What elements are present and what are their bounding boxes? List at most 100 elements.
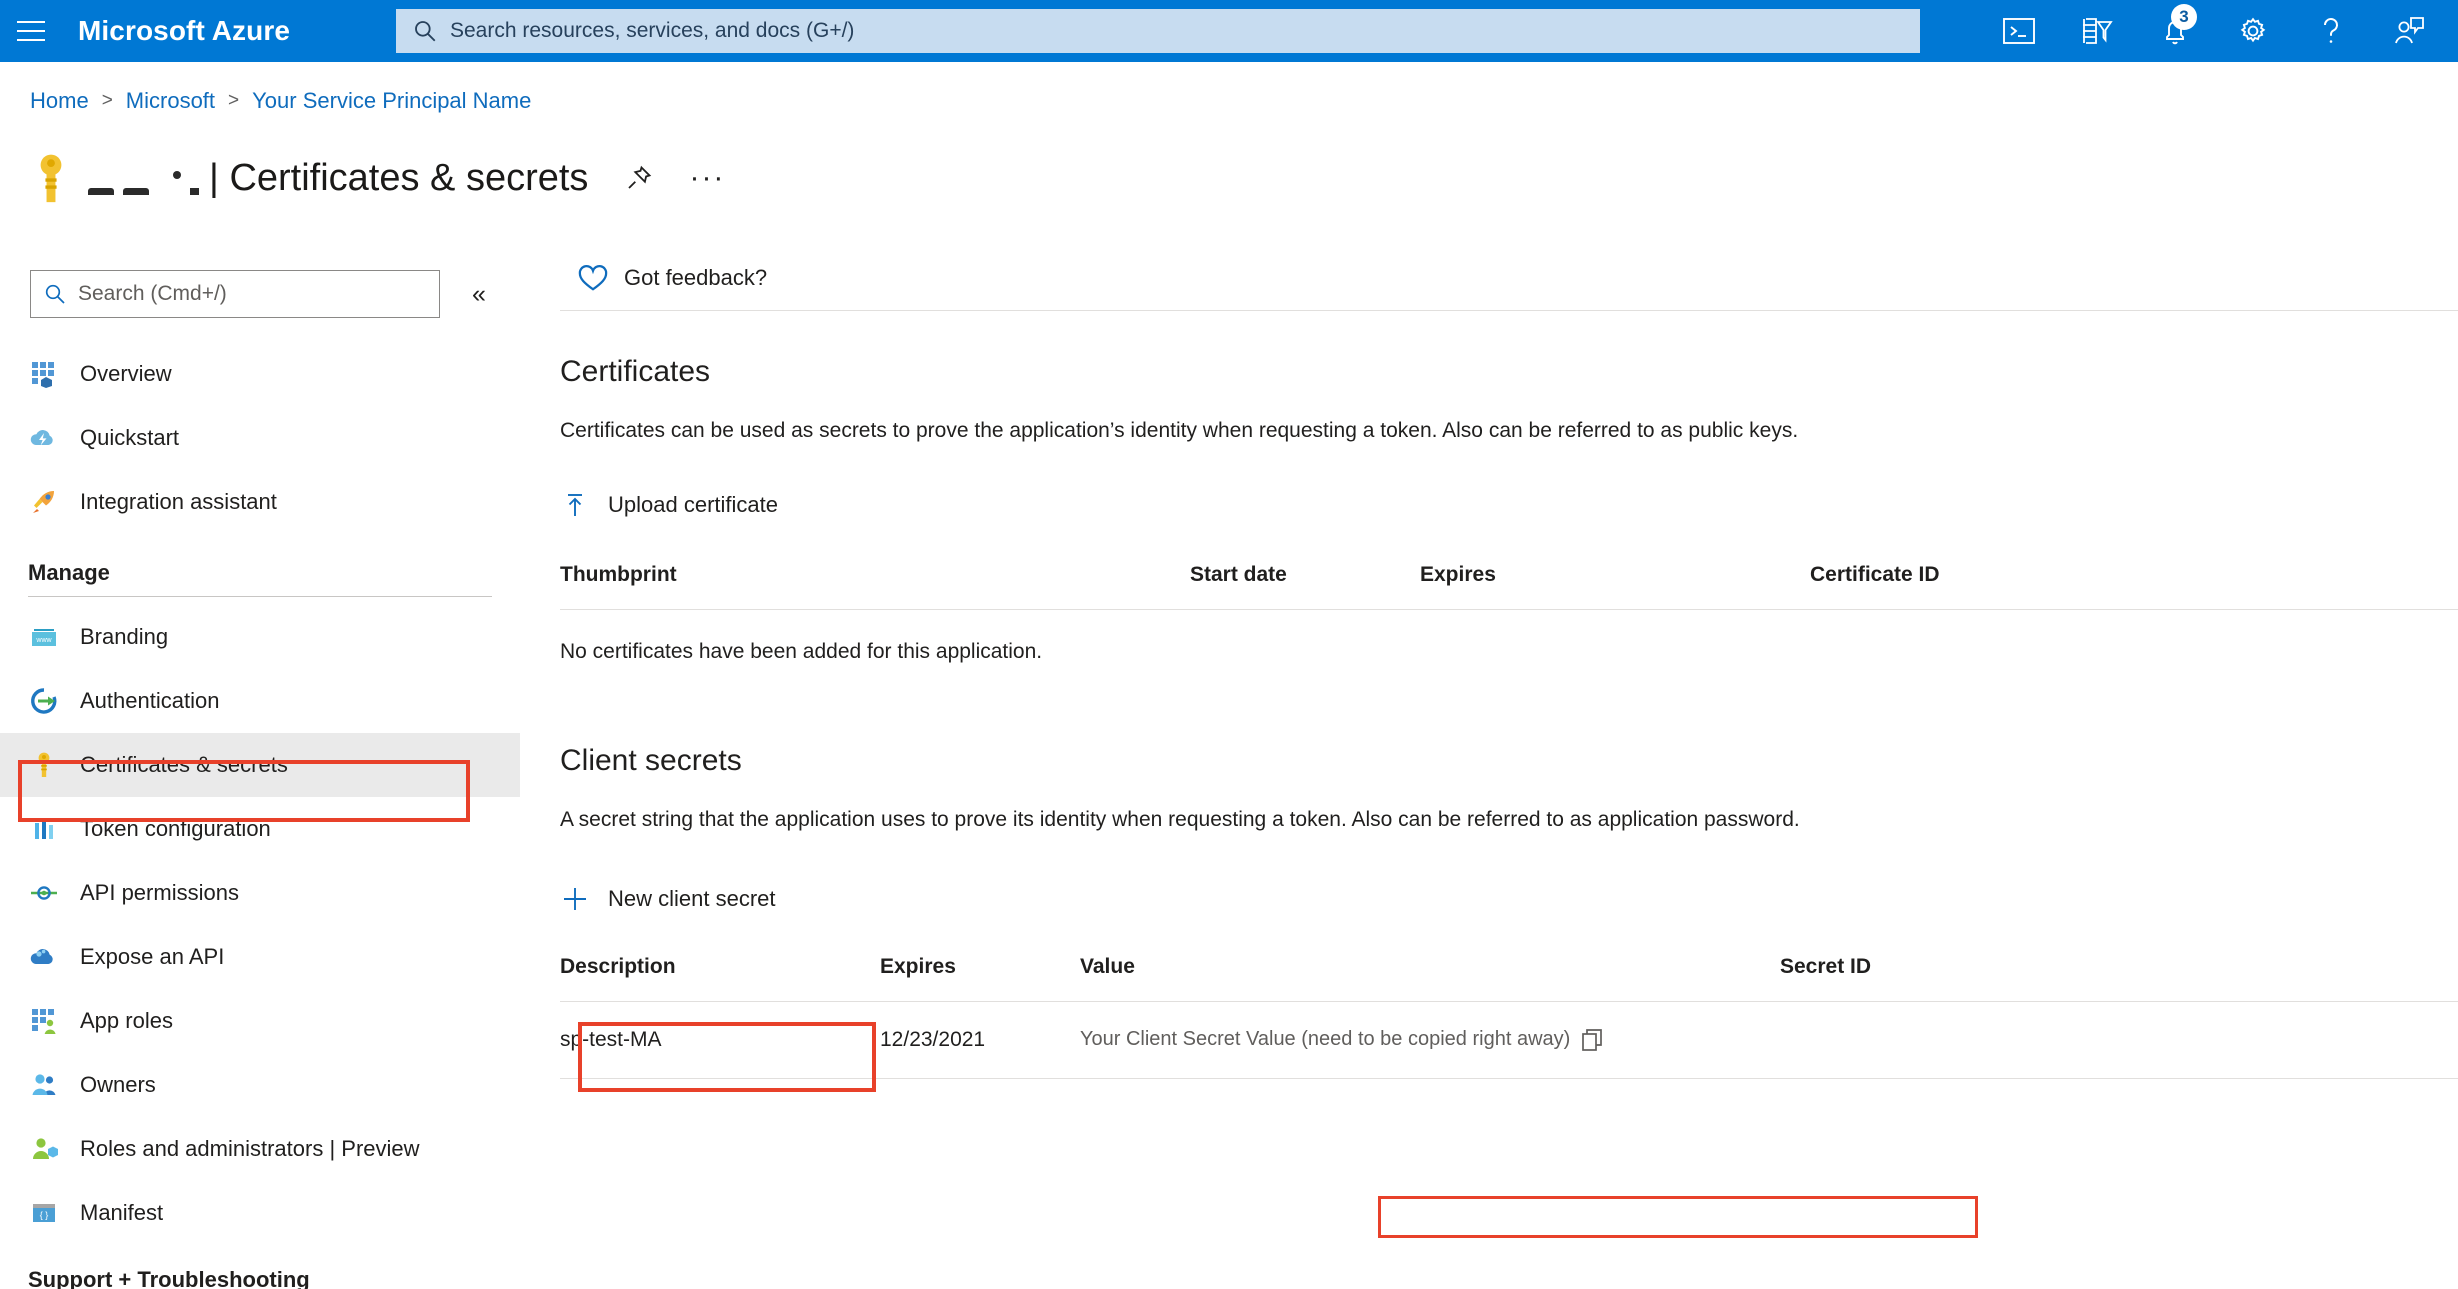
annotation-box-secret-value	[1378, 1196, 1978, 1238]
column-thumbprint[interactable]: Thumbprint	[560, 553, 1190, 611]
secret-expires: 12/23/2021	[880, 1001, 1080, 1079]
got-feedback-label: Got feedback?	[624, 265, 768, 290]
ellipsis-glyph: ···	[689, 161, 726, 194]
title-separator: |	[209, 156, 219, 199]
column-start-date[interactable]: Start date	[1190, 553, 1420, 611]
more-options-icon[interactable]: ···	[689, 161, 726, 195]
certificates-empty-message: No certificates have been added for this…	[560, 640, 1043, 664]
roles-admin-icon	[28, 1133, 60, 1165]
new-client-secret-button[interactable]: New client secret	[560, 875, 790, 923]
sidebar-item-token-configuration[interactable]: Token configuration	[0, 797, 520, 861]
notification-badge-count: 3	[2171, 4, 2197, 30]
sidebar-item-label: Certificates & secrets	[80, 752, 288, 777]
sidebar-item-authentication[interactable]: Authentication	[0, 669, 520, 733]
table-row[interactable]: sp-test-MA 12/23/2021 Your Client Secret…	[560, 1001, 2458, 1079]
page-title: | Certificates & secrets	[209, 157, 588, 200]
breadcrumb-item-home[interactable]: Home	[30, 88, 89, 114]
manifest-braces-icon: { }	[28, 1197, 60, 1229]
rocket-icon	[28, 486, 60, 518]
got-feedback-button[interactable]: Got feedback?	[560, 250, 2458, 306]
sidebar-item-overview[interactable]: Overview	[0, 342, 520, 406]
certificates-table: Thumbprint Start date Expires Certificat…	[560, 553, 2458, 611]
breadcrumb-separator: >	[228, 90, 240, 111]
new-client-secret-label: New client secret	[608, 885, 776, 911]
page-title-row: | Certificates & secrets ···	[28, 148, 724, 208]
sidebar-item-certificates-and-secrets[interactable]: Certificates & secrets	[0, 733, 520, 797]
top-navigation-bar: Microsoft Azure Search resources, servic…	[0, 0, 2458, 62]
help-question-icon[interactable]	[2292, 0, 2370, 62]
secret-value-text: Your Client Secret Value (need to be cop…	[1080, 1028, 1571, 1051]
hamburger-menu-icon[interactable]	[0, 0, 62, 62]
column-certificate-id[interactable]: Certificate ID	[1810, 553, 2458, 611]
search-icon	[45, 284, 65, 304]
sidebar-search-placeholder: Search (Cmd+/)	[78, 282, 227, 305]
sidebar-item-label: App roles	[80, 1008, 173, 1033]
sidebar-item-label: Expose an API	[80, 944, 225, 969]
svg-text:www: www	[35, 637, 52, 644]
sidebar-item-roles-and-administrators[interactable]: Roles and administrators | Preview	[0, 1117, 520, 1181]
global-search-placeholder: Search resources, services, and docs (G+…	[450, 19, 855, 42]
overview-grid-icon	[28, 358, 60, 390]
secret-id	[1780, 1001, 2458, 1079]
column-expires[interactable]: Expires	[880, 944, 1080, 1002]
pin-icon[interactable]	[622, 161, 656, 195]
main-content: Got feedback? Certificates Certificates …	[560, 250, 2458, 1079]
column-value[interactable]: Value	[1080, 944, 1780, 1002]
copy-icon[interactable]	[1580, 1028, 1604, 1052]
azure-brand-link[interactable]: Microsoft Azure	[78, 15, 290, 47]
sidebar-item-label: Integration assistant	[80, 489, 277, 514]
page-title-text: Certificates & secrets	[229, 156, 589, 199]
svg-text:{ }: { }	[40, 1210, 49, 1220]
client-secrets-table: Description Expires Value Secret ID sp-t…	[560, 944, 2458, 1079]
directories-filter-icon[interactable]	[2058, 0, 2136, 62]
sidebar-item-label: Authentication	[80, 688, 220, 713]
key-icon	[28, 749, 60, 781]
search-icon	[415, 21, 436, 42]
certificates-heading: Certificates	[560, 355, 711, 388]
sidebar-item-label: Manifest	[80, 1200, 164, 1225]
sidebar-divider	[28, 596, 492, 597]
cloud-shell-icon[interactable]	[1980, 0, 2058, 62]
sidebar-search-input[interactable]: Search (Cmd+/)	[30, 270, 440, 318]
column-description[interactable]: Description	[560, 944, 880, 1002]
toolbar-divider	[560, 310, 2458, 311]
owners-people-icon	[28, 1069, 60, 1101]
breadcrumb-item-microsoft[interactable]: Microsoft	[126, 88, 215, 114]
column-secret-id[interactable]: Secret ID	[1780, 944, 2458, 1002]
breadcrumb-item-service-principal[interactable]: Your Service Principal Name	[252, 88, 531, 114]
collapse-sidebar-chevron-icon[interactable]: «	[472, 282, 486, 307]
key-icon	[40, 154, 62, 203]
column-expires[interactable]: Expires	[1420, 553, 1810, 611]
branding-browser-icon: www	[28, 621, 60, 653]
sidebar-item-manifest[interactable]: { } Manifest	[0, 1181, 520, 1245]
authentication-arrow-icon	[28, 685, 60, 717]
sidebar-item-label: Overview	[80, 361, 172, 386]
certificates-description: Certificates can be used as secrets to p…	[560, 419, 1799, 442]
sidebar-item-label: Quickstart	[80, 425, 180, 450]
settings-gear-icon[interactable]	[2214, 0, 2292, 62]
global-search-input[interactable]: Search resources, services, and docs (G+…	[396, 9, 1920, 53]
notifications-bell-icon[interactable]: 3	[2136, 0, 2214, 62]
sidebar-item-label: Owners	[80, 1072, 156, 1097]
secret-description: sp-test-MA	[560, 1001, 880, 1079]
sidebar-item-branding[interactable]: www Branding	[0, 605, 520, 669]
client-secrets-heading: Client secrets	[560, 744, 742, 778]
sidebar-item-integration-assistant[interactable]: Integration assistant	[0, 470, 520, 534]
breadcrumb: Home > Microsoft > Your Service Principa…	[30, 88, 531, 114]
sidebar-item-label: Roles and administrators | Preview	[80, 1136, 420, 1161]
sidebar-item-expose-an-api[interactable]: Expose an API	[0, 925, 520, 989]
sidebar-group-manage: Manage	[28, 560, 110, 585]
expose-api-cloud-icon	[28, 941, 60, 973]
sidebar-item-label: Branding	[80, 624, 169, 649]
feedback-person-icon[interactable]	[2370, 0, 2448, 62]
plus-icon	[560, 884, 590, 914]
upload-certificate-button[interactable]: Upload certificate	[560, 481, 792, 529]
sidebar-item-api-permissions[interactable]: API permissions	[0, 861, 520, 925]
sidebar-item-quickstart[interactable]: Quickstart	[0, 406, 520, 470]
resource-menu-sidebar: Search (Cmd+/) « Overview Quickstart Int…	[0, 250, 520, 1289]
api-permissions-icon	[28, 877, 60, 909]
sidebar-item-owners[interactable]: Owners	[0, 1053, 520, 1117]
client-secrets-description: A secret string that the application use…	[560, 808, 1800, 832]
sidebar-item-app-roles[interactable]: App roles	[0, 989, 520, 1053]
app-roles-icon	[28, 1005, 60, 1037]
